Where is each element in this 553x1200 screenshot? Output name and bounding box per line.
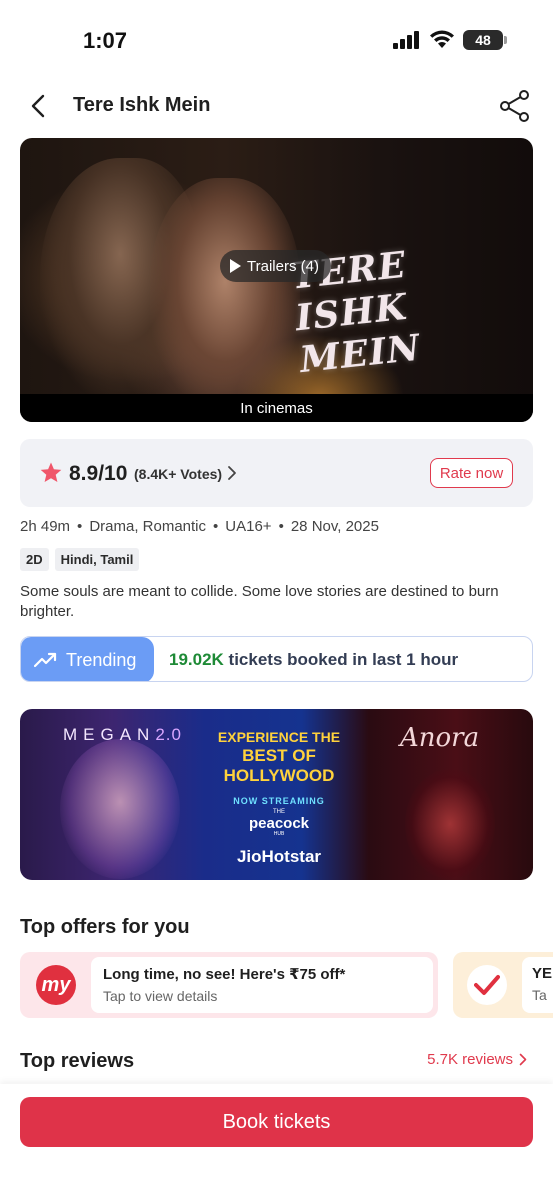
- peacock-logo: peacock: [248, 815, 310, 832]
- offer-details: Long time, no see! Here's ₹75 off* Tap t…: [91, 957, 433, 1013]
- separator: •: [213, 518, 219, 535]
- movie-poster[interactable]: TERE ISHK MEIN Trailers (4) In cinemas: [20, 138, 533, 422]
- chevron-right-icon: [519, 1053, 527, 1066]
- offer-headline: YE: [532, 965, 553, 982]
- format-chip: 2D: [20, 548, 49, 571]
- promo-experience: EXPERIENCE THE: [217, 729, 341, 745]
- wifi-icon: [430, 30, 454, 48]
- in-cinemas-banner: In cinemas: [20, 394, 533, 422]
- reviews-section-title: Top reviews: [20, 1050, 135, 1072]
- status-time: 1:07: [83, 28, 128, 53]
- duration: 2h 49m: [20, 518, 71, 535]
- share-button[interactable]: [497, 88, 533, 124]
- promo-anora-title: Anora: [400, 723, 480, 753]
- chevron-right-icon[interactable]: [227, 465, 237, 481]
- back-button[interactable]: [22, 90, 54, 122]
- megan-version: 2.0: [155, 725, 182, 744]
- bottom-bar: Book tickets: [0, 1084, 553, 1200]
- bookmyshow-logo-icon: my: [36, 965, 76, 1005]
- status-bar: 1:07 48: [0, 0, 553, 80]
- offer-subtext: Ta: [532, 987, 547, 1003]
- movie-description: Some souls are meant to collide. Some lo…: [20, 583, 499, 620]
- status-icons: 48: [393, 30, 507, 50]
- trending-text: 19.02K tickets booked in last 1 hour: [169, 650, 458, 670]
- offer-details: YE Ta: [522, 957, 553, 1013]
- promo-best: BEST OF HOLLYWOOD: [223, 746, 335, 785]
- battery-level: 48: [475, 32, 491, 48]
- offer-headline: Long time, no see! Here's ₹75 off*: [103, 966, 346, 983]
- play-icon: [230, 259, 241, 273]
- trending-tag: Trending: [21, 637, 154, 681]
- promo-center: EXPERIENCE THE BEST OF HOLLYWOOD NOW STR…: [198, 729, 360, 867]
- share-icon: [500, 90, 529, 122]
- reviews-link[interactable]: 5.7K reviews: [427, 1051, 527, 1068]
- genres: Drama, Romantic: [89, 518, 207, 535]
- offers-carousel[interactable]: my Long time, no see! Here's ₹75 off* Ta…: [20, 952, 553, 1018]
- rating-score: 8.9/10: [69, 462, 128, 485]
- rate-now-button[interactable]: Rate now: [430, 458, 513, 488]
- trending-up-icon: [34, 652, 57, 668]
- trending-label: Trending: [66, 649, 137, 670]
- peacock-hub: HUB: [273, 831, 285, 837]
- trending-banner: Trending 19.02K tickets booked in last 1…: [20, 636, 533, 682]
- chevron-left-icon: [31, 94, 45, 118]
- page-title: Tere Ishk Mein: [73, 94, 211, 116]
- offer-card[interactable]: my Long time, no see! Here's ₹75 off* Ta…: [20, 952, 438, 1018]
- checkmark-logo-icon: [467, 965, 507, 1005]
- trailers-label: Trailers (4): [247, 257, 319, 275]
- battery-icon: 48: [463, 30, 507, 50]
- poster-figure: [150, 178, 300, 408]
- format-chips: 2D Hindi, Tamil: [20, 548, 140, 571]
- tickets-text: tickets booked in last 1 hour: [223, 650, 459, 669]
- promo-streaming: NOW STREAMING: [233, 796, 325, 806]
- certificate: UA16+: [225, 518, 272, 535]
- star-icon: [40, 462, 62, 482]
- language-chip: Hindi, Tamil: [54, 548, 140, 571]
- book-tickets-button[interactable]: Book tickets: [20, 1097, 533, 1147]
- promo-megan-title: MEGAN2.0: [63, 725, 182, 745]
- tickets-count: 19.02K: [169, 650, 224, 669]
- offer-card[interactable]: YE Ta: [453, 952, 553, 1018]
- header: Tere Ishk Mein: [0, 82, 553, 130]
- promo-banner[interactable]: MEGAN2.0 EXPERIENCE THE BEST OF HOLLYWOO…: [20, 709, 533, 880]
- signal-icon: [393, 31, 419, 49]
- separator: •: [278, 518, 284, 535]
- votes-count[interactable]: (8.4K+ Votes): [134, 466, 222, 482]
- offers-section-title: Top offers for you: [20, 916, 190, 938]
- rating-card: 8.9/10 (8.4K+ Votes) Rate now: [20, 439, 533, 507]
- promo-image: [60, 739, 180, 879]
- jiohotstar-logo: JioHotstar: [236, 847, 322, 866]
- megan-text: MEGAN: [63, 725, 156, 744]
- promo-image: [405, 769, 495, 879]
- release-date: 28 Nov, 2025: [290, 518, 379, 535]
- reviews-count: 5.7K reviews: [427, 1051, 513, 1068]
- separator: •: [77, 518, 83, 535]
- offer-subtext: Tap to view details: [103, 988, 218, 1004]
- trailers-button[interactable]: Trailers (4): [220, 250, 331, 282]
- movie-meta: 2h 49m • Drama, Romantic • UA16+ • 28 Nov, 202…: [20, 518, 379, 535]
